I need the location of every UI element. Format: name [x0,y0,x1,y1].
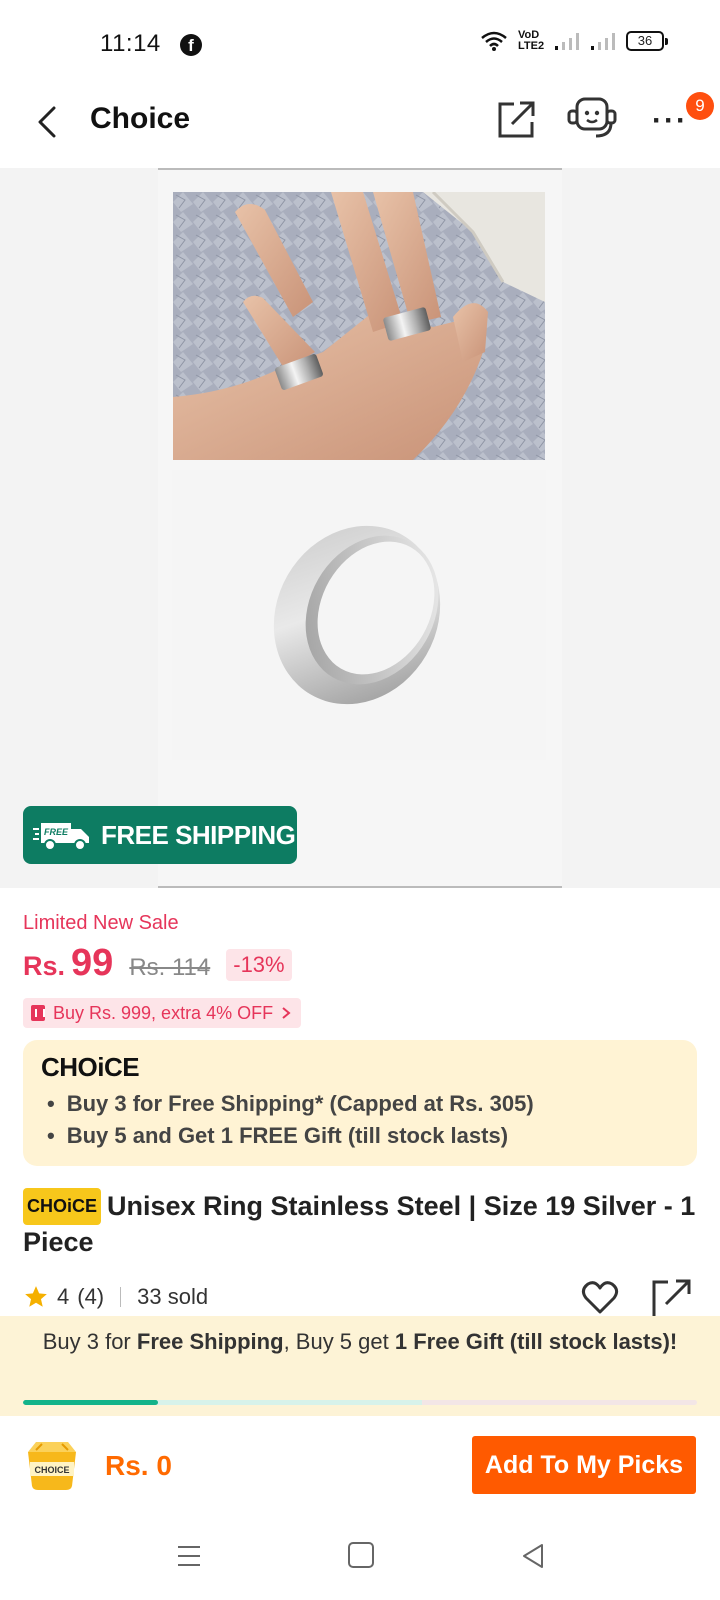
coupon-icon [31,1005,45,1021]
battery-icon: 36 [626,31,668,51]
promo-text: Buy 3 for Free Shipping, Buy 5 get 1 Fre… [30,1330,690,1354]
wifi-icon [481,31,507,51]
notification-badge: 9 [686,92,714,120]
bottom-action-bar: CHOICE Rs. 0 Add To My Picks [0,1416,720,1520]
free-shipping-badge: FREE FREE SHIPPING [23,806,297,864]
choice-benefits-list: Buy 3 for Free Shipping* (Capped at Rs. … [41,1088,679,1152]
discount-badge: -13% [226,949,292,981]
coupon-chip[interactable]: Buy Rs. 999, extra 4% OFF [23,998,302,1028]
facebook-icon: f [180,34,202,56]
choice-cart-icon[interactable]: CHOICE [24,1440,80,1492]
status-bar: 11:14 f VoD LTE2 36 [0,0,720,90]
more-menu-icon[interactable]: ··· [652,104,688,138]
price-row: Rs. 99 Rs. 114 -13% [23,942,292,988]
coupon-text: Buy Rs. 999, extra 4% OFF [53,1002,274,1023]
product-photo-ring[interactable] [172,470,546,760]
price-currency: Rs. [23,951,66,981]
volte-indicator: VoD LTE2 [518,29,545,52]
product-title-text: Unisex Ring Stainless Steel | Size 19 Si… [23,1191,696,1257]
benefit-item: Buy 5 and Get 1 FREE Gift (till stock la… [41,1120,679,1152]
promo-text-part: Buy 3 for [42,1329,137,1354]
rating-row[interactable]: 4 (4) 33 sold [23,1284,208,1310]
share-icon[interactable] [496,98,538,140]
chevron-right-icon [282,1007,291,1019]
benefit-item: Buy 3 for Free Shipping* (Capped at Rs. … [41,1088,679,1120]
product-title: CHOiCE Unisex Ring Stainless Steel | Size… [23,1188,703,1260]
add-to-picks-button[interactable]: Add To My Picks [472,1436,696,1494]
signal-1-icon [555,33,579,50]
status-icons: VoD LTE2 36 [480,29,668,52]
home-icon[interactable] [348,1542,374,1568]
product-photo-hand[interactable] [173,192,545,460]
promo-text-part: , Buy 5 get [283,1329,395,1354]
sold-count: 33 sold [137,1284,209,1309]
divider [120,1287,122,1307]
promo-progress-bar [23,1400,697,1405]
status-time: 11:14 [100,30,161,57]
choice-logo: CHOiCE [41,1052,140,1082]
picks-total: Rs. 0 [105,1450,172,1481]
page-title: Choice [90,102,191,135]
nav-back-icon[interactable] [520,1542,546,1570]
choice-badge: CHOiCE [23,1188,102,1225]
rating-value: 4 [57,1284,70,1309]
free-shipping-label: FREE SHIPPING [101,819,296,850]
progress-fill [23,1400,158,1405]
review-count: (4) [77,1284,105,1309]
current-price: 99 [71,942,114,984]
signal-2-icon [591,33,615,50]
back-arrow-icon[interactable] [30,104,66,140]
original-price: Rs. 114 [129,954,211,981]
system-nav-bar [0,1520,720,1600]
promo-highlight: 1 Free Gift (till stock lasts)! [394,1329,678,1354]
cart-label: CHOICE [34,1465,69,1475]
top-nav: Choice ··· 9 [0,90,720,170]
choice-benefits-card[interactable]: CHOiCE Buy 3 for Free Shipping* (Capped … [23,1040,697,1166]
promo-highlight: Free Shipping [136,1329,284,1354]
share-icon[interactable] [652,1278,692,1318]
customer-service-icon[interactable] [566,96,618,142]
progress-segment [156,1400,422,1405]
recent-apps-icon[interactable] [176,1544,202,1568]
promo-banner[interactable]: Buy 3 for Free Shipping, Buy 5 get 1 Fre… [0,1316,720,1416]
star-icon [25,1286,47,1307]
truck-icon: FREE [33,823,89,851]
sale-label: Limited New Sale [23,912,179,934]
truck-label: FREE [44,827,69,837]
heart-icon[interactable] [580,1278,620,1318]
